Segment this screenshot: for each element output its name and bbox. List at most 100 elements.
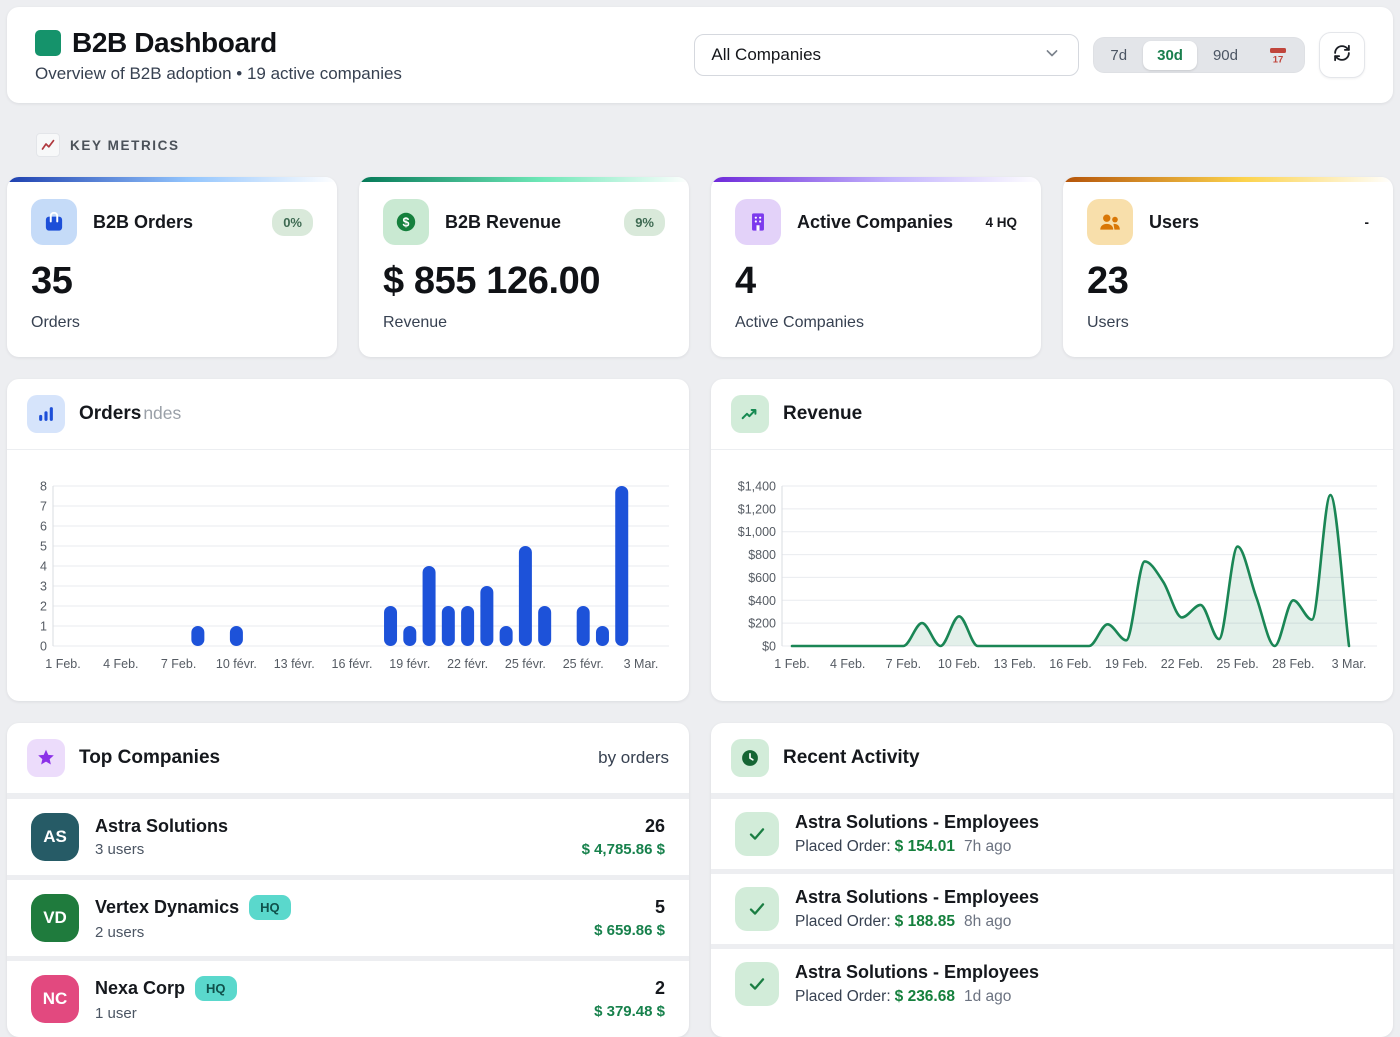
svg-text:$400: $400 (748, 594, 776, 608)
activity-row: Astra Solutions - Employees Placed Order… (711, 794, 1393, 869)
orders-chart-panel: Ordersndes 0123456781 Feb.4 Feb.7 Feb.10… (7, 379, 689, 701)
orders-chart-title-suffix: ndes (143, 403, 181, 423)
company-revenue: $ 4,785.86 $ (582, 841, 665, 858)
metrics-grid: B2B Orders 0% 35 Orders $ B2B Revenue 9%… (7, 177, 1393, 357)
activity-action: Placed Order: (795, 988, 891, 1005)
metric-label: Revenue (383, 314, 665, 332)
svg-text:25 Feb.: 25 Feb. (1216, 657, 1258, 671)
activity-action: Placed Order: (795, 913, 891, 930)
svg-text:$800: $800 (748, 548, 776, 562)
svg-text:22 févr.: 22 févr. (447, 657, 488, 671)
svg-text:3: 3 (40, 580, 47, 594)
page-title: B2B Dashboard (72, 27, 277, 59)
svg-text:$600: $600 (748, 571, 776, 585)
company-info: Vertex Dynamics HQ 2 users (95, 895, 291, 941)
refresh-button[interactable] (1319, 32, 1365, 78)
check-icon (735, 812, 779, 856)
activity-amount: $ 188.85 (895, 913, 955, 930)
trend-up-icon (731, 395, 769, 433)
activity-info: Astra Solutions - Employees Placed Order… (795, 812, 1039, 856)
metric-card-dollar: $ B2B Revenue 9% $ 855 126.00 Revenue (359, 177, 689, 357)
company-orders-count: 2 (594, 978, 665, 999)
svg-text:28 Feb.: 28 Feb. (1272, 657, 1314, 671)
activity-time: 8h ago (964, 913, 1011, 930)
activity-action: Placed Order: (795, 838, 891, 855)
metric-value: 4 (735, 260, 1017, 303)
check-icon (735, 962, 779, 1006)
chevron-down-icon (1042, 43, 1062, 68)
metric-card-users: Users - 23 Users (1063, 177, 1393, 357)
svg-text:4: 4 (40, 560, 47, 574)
orders-bar-chart: 0123456781 Feb.4 Feb.7 Feb.10 févr.13 fé… (7, 454, 687, 700)
dollar-icon: $ (383, 199, 429, 245)
company-row: NC Nexa Corp HQ 1 user 2 $ 379.48 $ (7, 956, 689, 1037)
svg-text:3 Mar.: 3 Mar. (1332, 657, 1367, 671)
hq-badge: HQ (249, 895, 291, 920)
recent-activity-title: Recent Activity (783, 747, 920, 769)
revenue-chart-title: Revenue (783, 403, 862, 425)
activity-row: Astra Solutions - Employees Placed Order… (711, 869, 1393, 944)
page-subtitle: Overview of B2B adoption • 19 active com… (35, 64, 402, 84)
svg-text:1 Feb.: 1 Feb. (45, 657, 80, 671)
company-users: 2 users (95, 924, 291, 941)
activity-title: Astra Solutions - Employees (795, 962, 1039, 983)
svg-text:7: 7 (40, 500, 47, 514)
activity-title: Astra Solutions - Employees (795, 887, 1039, 908)
calendar-range-button[interactable]: 17 (1254, 40, 1302, 70)
svg-text:6: 6 (40, 520, 47, 534)
top-companies-panel: Top Companies by orders AS Astra Solutio… (7, 723, 689, 1037)
range-button-7d[interactable]: 7d (1096, 41, 1141, 70)
metric-value: $ 855 126.00 (383, 260, 665, 303)
svg-text:19 févr.: 19 févr. (389, 657, 430, 671)
metric-badge: 0% (272, 209, 313, 236)
revenue-line-chart: $0$200$400$600$800$1,000$1,200$1,4001 Fe… (711, 454, 1392, 700)
range-toggle-group: 7d30d90d 17 (1093, 37, 1305, 73)
bag-icon (31, 199, 77, 245)
svg-text:13 Feb.: 13 Feb. (994, 657, 1036, 671)
metric-badge: - (1365, 215, 1370, 230)
svg-text:$1,200: $1,200 (738, 502, 776, 516)
range-button-90d[interactable]: 90d (1199, 41, 1252, 70)
calendar-icon: 17 (1266, 43, 1290, 67)
metrics-sparkline-icon (36, 133, 60, 157)
metric-title: Active Companies (797, 212, 969, 233)
section-label-key-metrics: KEY METRICS (36, 133, 1400, 157)
metric-value: 23 (1087, 260, 1369, 303)
header-controls: All Companies 7d30d90d 17 (694, 32, 1365, 78)
company-filter-value: All Companies (711, 45, 821, 65)
svg-text:16 Feb.: 16 Feb. (1049, 657, 1091, 671)
metric-title: B2B Revenue (445, 212, 608, 233)
revenue-chart-panel: Revenue $0$200$400$600$800$1,000$1,200$1… (711, 379, 1393, 701)
company-filter-select[interactable]: All Companies (694, 34, 1079, 76)
svg-text:5: 5 (40, 540, 47, 554)
metric-card-building: Active Companies 4 HQ 4 Active Companies (711, 177, 1041, 357)
svg-text:25 févr.: 25 févr. (505, 657, 546, 671)
svg-text:2: 2 (40, 600, 47, 614)
company-avatar: VD (31, 894, 79, 942)
svg-text:3 Mar.: 3 Mar. (624, 657, 659, 671)
company-orders-count: 26 (582, 816, 665, 837)
svg-text:$1,000: $1,000 (738, 525, 776, 539)
svg-text:10 févr.: 10 févr. (216, 657, 257, 671)
bottom-row: Top Companies by orders AS Astra Solutio… (7, 723, 1393, 1037)
company-list: AS Astra Solutions 3 users 26 $ 4,785.86… (7, 794, 689, 1037)
metric-badge: 4 HQ (985, 215, 1017, 230)
svg-text:25 févr.: 25 févr. (563, 657, 604, 671)
company-users: 3 users (95, 841, 228, 858)
company-row: AS Astra Solutions 3 users 26 $ 4,785.86… (7, 794, 689, 875)
svg-text:1: 1 (40, 620, 47, 634)
svg-text:10 Feb.: 10 Feb. (938, 657, 980, 671)
range-button-30d[interactable]: 30d (1143, 41, 1197, 70)
metric-label: Orders (31, 314, 313, 332)
company-name: Vertex Dynamics (95, 897, 239, 918)
bar-chart-icon (27, 395, 65, 433)
svg-text:16 févr.: 16 févr. (332, 657, 373, 671)
svg-text:7 Feb.: 7 Feb. (161, 657, 196, 671)
brand: B2B Dashboard Overview of B2B adoption •… (35, 27, 402, 84)
section-label-text: KEY METRICS (70, 138, 180, 153)
company-info: Nexa Corp HQ 1 user (95, 976, 237, 1022)
company-avatar: NC (31, 975, 79, 1023)
star-icon (27, 739, 65, 777)
activity-info: Astra Solutions - Employees Placed Order… (795, 887, 1039, 931)
clock-icon (731, 739, 769, 777)
